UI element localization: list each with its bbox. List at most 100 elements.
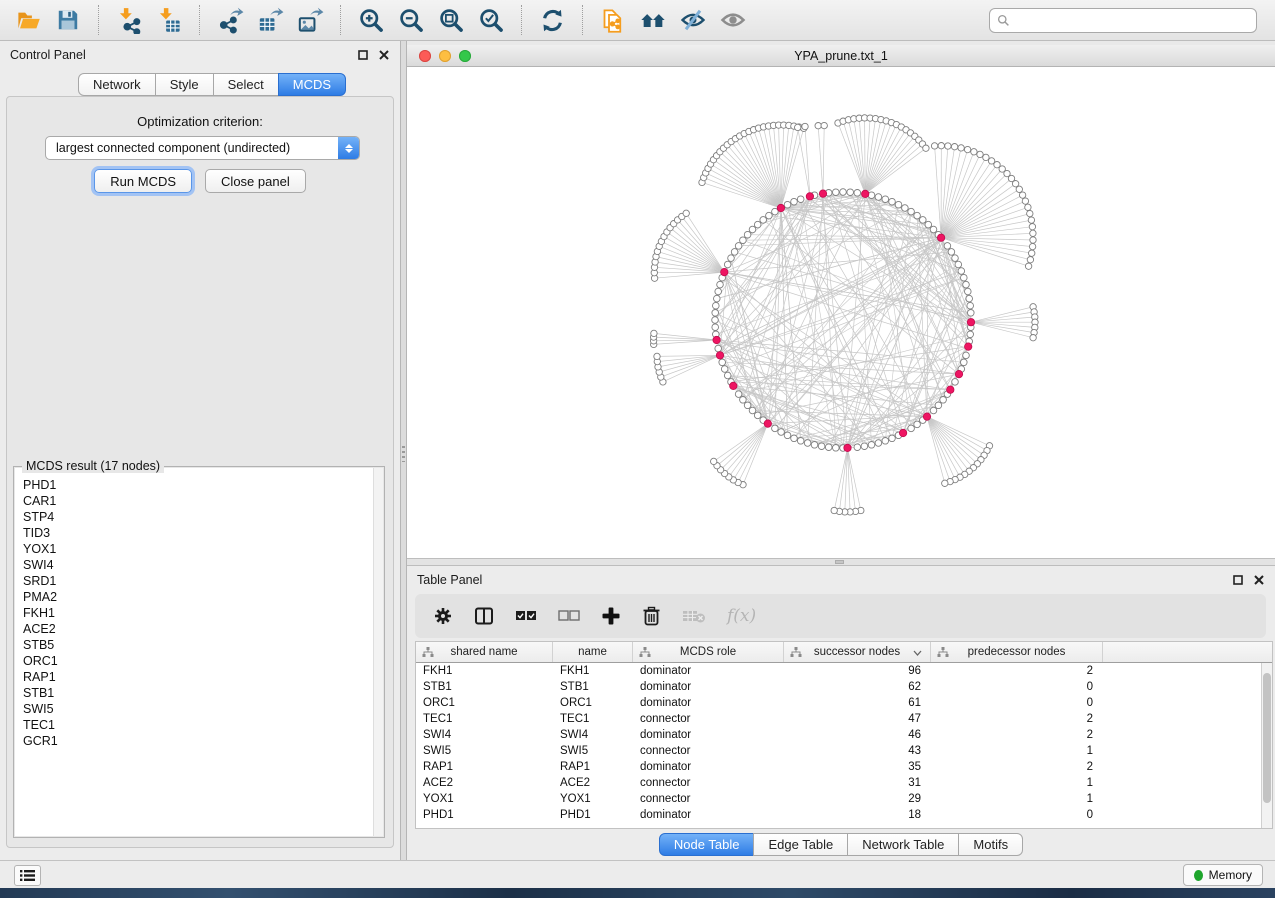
column-header-successor-nodes[interactable]: successor nodes xyxy=(784,642,931,662)
mcds-result-item[interactable]: SRD1 xyxy=(23,573,383,589)
add-column-button[interactable] xyxy=(601,602,621,630)
cell-shared-name[interactable]: ORC1 xyxy=(416,695,553,711)
delete-columns-button[interactable] xyxy=(642,602,661,630)
table-row[interactable]: SWI4SWI4dominator462 xyxy=(416,727,1261,743)
mcds-result-item[interactable]: PHD1 xyxy=(23,477,383,493)
cell-successor-nodes[interactable]: 96 xyxy=(784,663,931,679)
tab-node-table[interactable]: Node Table xyxy=(659,833,755,856)
cell-mcds-role[interactable]: dominator xyxy=(633,727,784,743)
network-canvas[interactable] xyxy=(407,67,1275,558)
cell-shared-name[interactable]: FKH1 xyxy=(416,663,553,679)
cell-shared-name[interactable]: ACE2 xyxy=(416,775,553,791)
network-from-selection-button[interactable] xyxy=(595,3,631,37)
cell-successor-nodes[interactable]: 18 xyxy=(784,807,931,823)
cell-successor-nodes[interactable]: 61 xyxy=(784,695,931,711)
mcds-result-item[interactable]: RAP1 xyxy=(23,669,383,685)
mcds-result-item[interactable]: ACE2 xyxy=(23,621,383,637)
cell-shared-name[interactable]: TEC1 xyxy=(416,711,553,727)
hide-selected-button[interactable] xyxy=(675,3,711,37)
cell-name[interactable]: RAP1 xyxy=(553,759,633,775)
cell-predecessor-nodes[interactable]: 2 xyxy=(931,711,1103,727)
cell-mcds-role[interactable]: connector xyxy=(633,791,784,807)
cell-shared-name[interactable]: STB1 xyxy=(416,679,553,695)
deselect-all-button[interactable] xyxy=(558,602,580,630)
cell-predecessor-nodes[interactable]: 2 xyxy=(931,663,1103,679)
open-file-button[interactable] xyxy=(10,3,46,37)
table-row[interactable]: SWI5SWI5connector431 xyxy=(416,743,1261,759)
mcds-result-item[interactable]: STB5 xyxy=(23,637,383,653)
cell-successor-nodes[interactable]: 46 xyxy=(784,727,931,743)
memory-button[interactable]: Memory xyxy=(1183,864,1263,886)
tab-select[interactable]: Select xyxy=(213,73,279,96)
close-panel-button[interactable] xyxy=(1253,574,1265,586)
tab-edge-table[interactable]: Edge Table xyxy=(753,833,848,856)
table-row[interactable]: YOX1YOX1connector291 xyxy=(416,791,1261,807)
table-options-button[interactable] xyxy=(433,602,453,630)
tab-motifs[interactable]: Motifs xyxy=(958,833,1023,856)
table-row[interactable]: TEC1TEC1connector472 xyxy=(416,711,1261,727)
run-mcds-button[interactable]: Run MCDS xyxy=(94,169,192,193)
zoom-selected-button[interactable] xyxy=(473,3,509,37)
cell-mcds-role[interactable]: dominator xyxy=(633,695,784,711)
tab-mcds[interactable]: MCDS xyxy=(278,73,346,96)
column-header-name[interactable]: name xyxy=(553,642,633,662)
delete-table-button[interactable] xyxy=(682,602,706,630)
zoom-out-button[interactable] xyxy=(393,3,429,37)
cell-predecessor-nodes[interactable]: 1 xyxy=(931,775,1103,791)
cell-predecessor-nodes[interactable]: 0 xyxy=(931,695,1103,711)
task-history-button[interactable] xyxy=(14,865,41,886)
zoom-in-button[interactable] xyxy=(353,3,389,37)
mcds-result-item[interactable]: STP4 xyxy=(23,509,383,525)
cell-successor-nodes[interactable]: 31 xyxy=(784,775,931,791)
float-panel-button[interactable] xyxy=(357,49,369,61)
mcds-result-item[interactable]: STB1 xyxy=(23,685,383,701)
cell-predecessor-nodes[interactable]: 2 xyxy=(931,759,1103,775)
table-scrollbar[interactable] xyxy=(1261,663,1272,828)
mcds-result-item[interactable]: SWI4 xyxy=(23,557,383,573)
close-panel-button-mcds[interactable]: Close panel xyxy=(205,169,306,193)
cell-name[interactable]: ACE2 xyxy=(553,775,633,791)
cell-successor-nodes[interactable]: 29 xyxy=(784,791,931,807)
mcds-result-item[interactable]: CAR1 xyxy=(23,493,383,509)
cell-successor-nodes[interactable]: 35 xyxy=(784,759,931,775)
cell-successor-nodes[interactable]: 43 xyxy=(784,743,931,759)
cell-mcds-role[interactable]: connector xyxy=(633,711,784,727)
cell-predecessor-nodes[interactable]: 2 xyxy=(931,727,1103,743)
close-panel-button[interactable] xyxy=(378,49,390,61)
cell-name[interactable]: YOX1 xyxy=(553,791,633,807)
mcds-result-item[interactable]: YOX1 xyxy=(23,541,383,557)
table-row[interactable]: ACE2ACE2connector311 xyxy=(416,775,1261,791)
vertical-splitter[interactable] xyxy=(400,41,407,860)
mcds-result-item[interactable]: ORC1 xyxy=(23,653,383,669)
zoom-fit-button[interactable] xyxy=(433,3,469,37)
export-image-button[interactable] xyxy=(292,3,328,37)
tab-style[interactable]: Style xyxy=(155,73,214,96)
cell-successor-nodes[interactable]: 47 xyxy=(784,711,931,727)
import-table-button[interactable] xyxy=(151,3,187,37)
cell-shared-name[interactable]: SWI4 xyxy=(416,727,553,743)
cell-mcds-role[interactable]: connector xyxy=(633,775,784,791)
criterion-select[interactable]: largest connected component (undirected) xyxy=(45,136,360,160)
cell-predecessor-nodes[interactable]: 1 xyxy=(931,743,1103,759)
cell-mcds-role[interactable]: dominator xyxy=(633,663,784,679)
horizontal-splitter[interactable] xyxy=(407,558,1275,566)
column-header-predecessor-nodes[interactable]: predecessor nodes xyxy=(931,642,1103,662)
search-input[interactable] xyxy=(1015,12,1249,28)
show-hidden-button[interactable] xyxy=(715,3,751,37)
tab-network-table[interactable]: Network Table xyxy=(847,833,959,856)
function-builder-button[interactable]: f(x) xyxy=(727,602,756,630)
cell-name[interactable]: TEC1 xyxy=(553,711,633,727)
tab-network[interactable]: Network xyxy=(78,73,156,96)
table-row[interactable]: PHD1PHD1dominator180 xyxy=(416,807,1261,823)
table-row[interactable]: RAP1RAP1dominator352 xyxy=(416,759,1261,775)
cell-mcds-role[interactable]: dominator xyxy=(633,679,784,695)
cell-name[interactable]: STB1 xyxy=(553,679,633,695)
select-all-button[interactable] xyxy=(515,602,537,630)
cell-successor-nodes[interactable]: 62 xyxy=(784,679,931,695)
cell-mcds-role[interactable]: connector xyxy=(633,743,784,759)
export-network-button[interactable] xyxy=(212,3,248,37)
cell-shared-name[interactable]: SWI5 xyxy=(416,743,553,759)
mcds-list-scrollbar[interactable] xyxy=(373,468,383,836)
mcds-result-item[interactable]: TID3 xyxy=(23,525,383,541)
mcds-result-item[interactable]: TEC1 xyxy=(23,717,383,733)
